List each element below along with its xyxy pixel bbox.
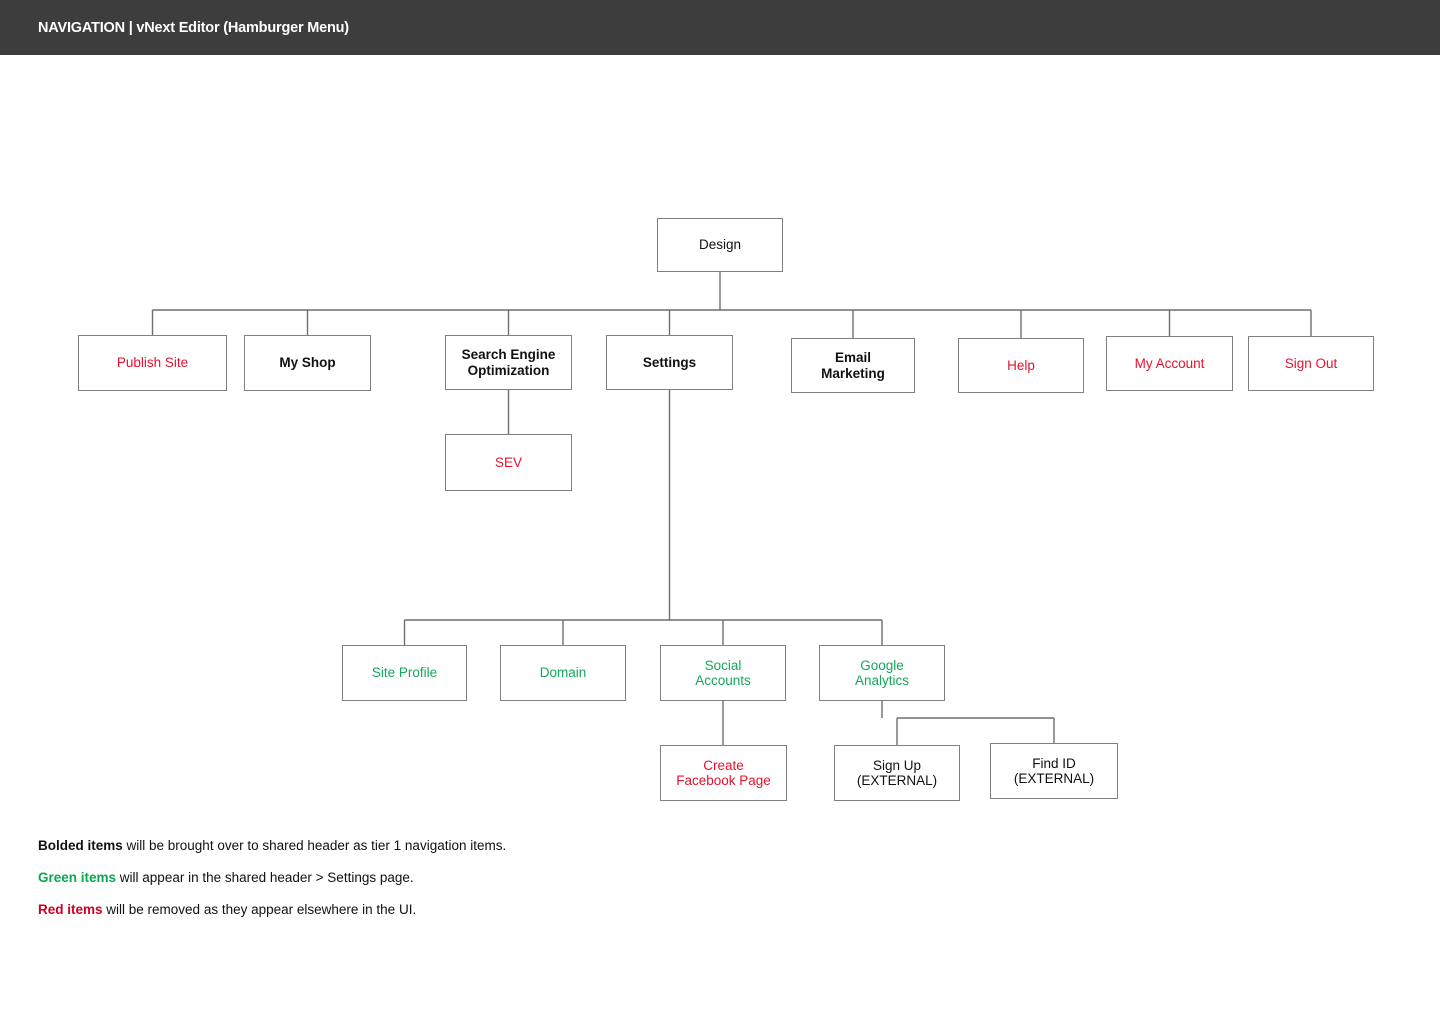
node-label-sign_up: Sign Up (EXTERNAL)	[856, 757, 938, 789]
node-social_acct[interactable]: Social Accounts	[660, 645, 786, 701]
legend-text-1: will be brought over to shared header as…	[122, 838, 507, 853]
node-email_mkt[interactable]: Email Marketing	[791, 338, 915, 393]
node-label-publish_site: Publish Site	[116, 355, 189, 371]
node-sev[interactable]: SEV	[445, 434, 572, 491]
node-publish_site[interactable]: Publish Site	[78, 335, 227, 391]
legend-line-1: Bolded items will be brought over to sha…	[38, 838, 838, 854]
node-label-site_profile: Site Profile	[371, 665, 438, 681]
node-label-help: Help	[1007, 357, 1035, 373]
legend: Bolded items will be brought over to sha…	[38, 838, 838, 918]
node-label-find_id: Find ID (EXTERNAL)	[1013, 755, 1095, 787]
node-settings[interactable]: Settings	[606, 335, 733, 390]
legend-key-1: Bolded items	[38, 838, 123, 853]
node-find_id[interactable]: Find ID (EXTERNAL)	[990, 743, 1118, 799]
node-label-domain: Domain	[539, 665, 587, 681]
node-label-sev: SEV	[494, 454, 522, 470]
node-site_profile[interactable]: Site Profile	[342, 645, 467, 701]
node-seo[interactable]: Search Engine Optimization	[445, 335, 572, 390]
node-label-social_acct: Social Accounts	[695, 657, 751, 689]
node-label-settings: Settings	[642, 354, 697, 370]
node-my_shop[interactable]: My Shop	[244, 335, 371, 391]
node-sign_up[interactable]: Sign Up (EXTERNAL)	[834, 745, 960, 801]
node-my_account[interactable]: My Account	[1106, 336, 1233, 391]
title-bar: NAVIGATION | vNext Editor (Hamburger Men…	[0, 0, 1440, 55]
node-help[interactable]: Help	[958, 338, 1084, 393]
legend-text-2: will appear in the shared header > Setti…	[116, 870, 414, 885]
node-sign_out[interactable]: Sign Out	[1248, 336, 1374, 391]
node-design[interactable]: Design	[657, 218, 783, 272]
node-label-google_an: Google Analytics	[854, 657, 910, 689]
node-label-email_mkt: Email Marketing	[821, 350, 885, 381]
node-label-my_account: My Account	[1134, 355, 1205, 371]
legend-key-3: Red items	[38, 902, 103, 917]
node-create_fb[interactable]: Create Facebook Page	[660, 745, 787, 801]
node-label-my_shop: My Shop	[279, 355, 336, 371]
node-label-sign_out: Sign Out	[1284, 355, 1338, 371]
legend-line-2: Green items will appear in the shared he…	[38, 870, 838, 886]
node-label-design: Design	[698, 237, 742, 253]
node-domain[interactable]: Domain	[500, 645, 626, 701]
legend-line-3: Red items will be removed as they appear…	[38, 902, 838, 918]
page-title: NAVIGATION | vNext Editor (Hamburger Men…	[38, 19, 349, 36]
legend-key-2: Green items	[38, 870, 117, 885]
node-label-seo: Search Engine Optimization	[461, 347, 556, 378]
legend-text-3: will be removed as they appear elsewhere…	[102, 902, 417, 917]
node-google_an[interactable]: Google Analytics	[819, 645, 945, 701]
node-label-create_fb: Create Facebook Page	[676, 757, 771, 789]
